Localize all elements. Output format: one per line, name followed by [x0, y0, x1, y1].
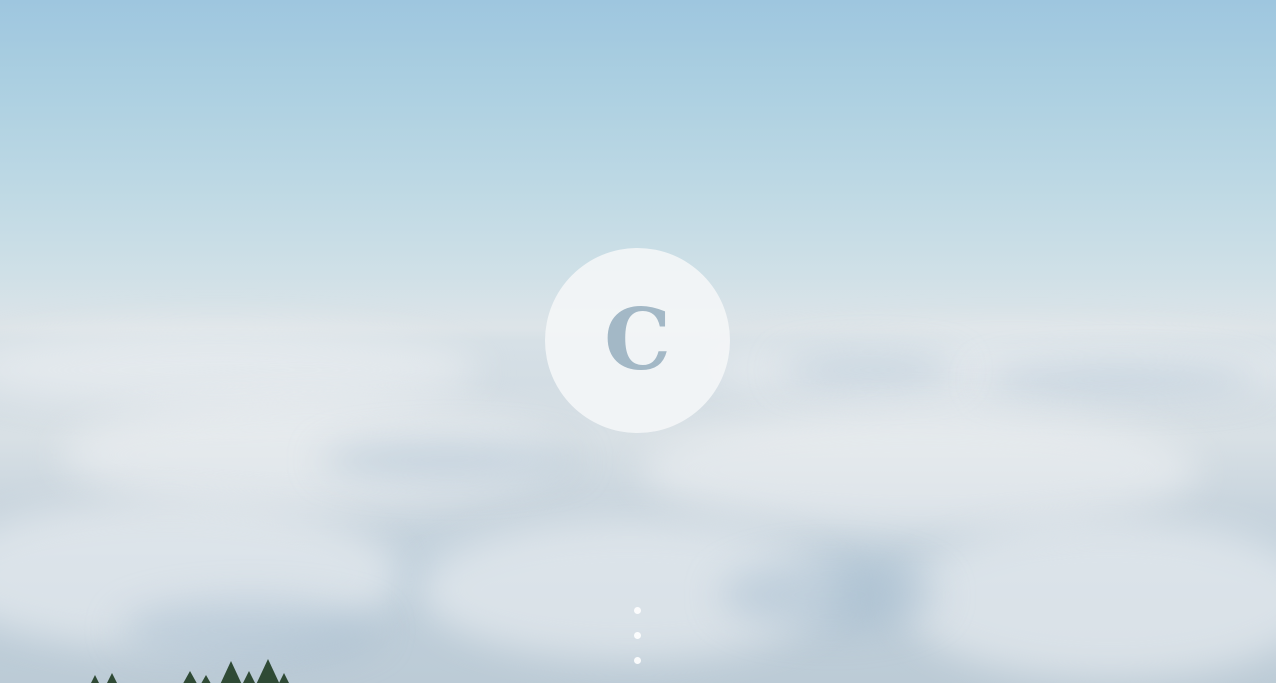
cloud-shadow [720, 560, 940, 630]
cloud-shadow [320, 440, 580, 480]
page-nav-dots [634, 607, 642, 664]
nav-dot-1[interactable] [634, 607, 641, 614]
nav-dot-3[interactable] [634, 657, 641, 664]
cloud-layer [900, 520, 1276, 680]
hero-background: C [0, 0, 1276, 683]
tree-icon [276, 673, 292, 683]
c-letter-logo-icon: C [604, 289, 671, 389]
nav-dot-2[interactable] [634, 632, 641, 639]
cloud-shadow [780, 355, 960, 385]
cloud-layer [0, 330, 480, 410]
tree-icon [88, 675, 102, 683]
tree-icon [104, 673, 120, 683]
cloud-shadow [980, 365, 1260, 395]
cloud-shadow [120, 600, 380, 660]
tree-icon [198, 675, 214, 683]
logo-button[interactable]: C [545, 248, 730, 433]
cloud-layer [640, 410, 1200, 530]
tree-icon [180, 671, 200, 683]
